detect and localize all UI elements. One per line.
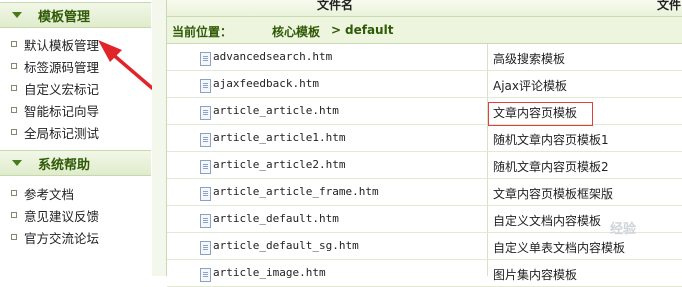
file-icon (200, 241, 211, 255)
sidebar-item-feedback[interactable]: 意见建议反馈 (0, 204, 150, 224)
bullet-icon (11, 41, 17, 47)
bullet-icon (11, 85, 17, 91)
sidebar-item-label[interactable]: 默认模板管理 (24, 35, 99, 54)
watermark-text: 经验 (610, 222, 637, 237)
breadcrumb-prefix: 当前位置： (172, 25, 233, 39)
section-header-template-management[interactable]: 模板管理 (0, 2, 151, 28)
sidebar-item-label[interactable]: 自定义宏标记 (24, 79, 99, 98)
file-name-link[interactable]: article_article_frame.htm (213, 185, 379, 198)
table-header: 文件名 文件 (167, 0, 682, 17)
collapse-triangle-icon[interactable] (12, 160, 22, 166)
bullet-icon (11, 234, 17, 240)
file-name-link[interactable]: article_default_sg.htm (213, 239, 359, 252)
sidebar-item-smart-tag-wizard[interactable]: 智能标记向导 (0, 99, 150, 119)
bullet-icon (11, 63, 17, 69)
table-row: article_article2.htm 随机文章内容页模板2 (167, 152, 682, 179)
splitter[interactable] (152, 0, 167, 276)
table-row: advancedsearch.htm 高级搜索模板 (167, 44, 682, 71)
file-description: 高级搜索模板 (493, 52, 566, 66)
bullet-icon (11, 190, 17, 196)
sidebar-item-reference-docs[interactable]: 参考文档 (0, 182, 150, 202)
file-description: 自定义文档内容模板 (493, 214, 602, 228)
file-icon (200, 187, 211, 201)
table-row: article_default.htm 自定义文档内容模板 (167, 206, 682, 233)
sidebar-item-label[interactable]: 标签源码管理 (24, 57, 99, 76)
sidebar-item-tag-source[interactable]: 标签源码管理 (0, 55, 150, 75)
sidebar-item-custom-macro[interactable]: 自定义宏标记 (0, 77, 150, 97)
table-row: article_default_sg.htm 自定义单表文档内容模板 (167, 233, 682, 260)
highlight-box (488, 102, 593, 126)
sidebar-item-official-forum[interactable]: 官方交流论坛 (0, 226, 150, 246)
table-row: article_image.htm 图片集内容模板 (167, 260, 682, 287)
file-name-link[interactable]: ajaxfeedback.htm (213, 77, 319, 90)
file-icon (200, 268, 211, 282)
file-description: 自定义单表文档内容模板 (493, 241, 626, 255)
sidebar: 模板管理 默认模板管理 标签源码管理 自定义宏标记 智能标记向导 全局标记测试 … (0, 0, 153, 276)
bullet-icon (11, 129, 17, 135)
file-icon (200, 79, 211, 93)
breadcrumb: 当前位置： 核心模板 > default (167, 17, 682, 44)
file-description: 随机文章内容页模板1 (493, 133, 609, 147)
section-title: 模板管理 (38, 10, 91, 25)
sidebar-item-label[interactable]: 官方交流论坛 (24, 228, 99, 247)
section-header-system-help[interactable]: 系统帮助 (0, 150, 151, 176)
template-file-table: 文件名 文件 当前位置： 核心模板 > default advancedsear… (167, 0, 682, 287)
file-name-link[interactable]: article_article.htm (213, 104, 339, 117)
file-icon (200, 214, 211, 228)
file-name-link[interactable]: advancedsearch.htm (213, 50, 332, 63)
file-icon (200, 133, 211, 147)
table-row: article_article1.htm 随机文章内容页模板1 (167, 125, 682, 152)
file-name-link[interactable]: article_image.htm (213, 266, 326, 279)
breadcrumb-current: default (345, 23, 394, 37)
file-description: 图片集内容模板 (493, 268, 578, 282)
bullet-icon (11, 107, 17, 113)
section-title: 系统帮助 (38, 158, 91, 173)
breadcrumb-separator: > (331, 23, 342, 37)
collapse-triangle-icon[interactable] (12, 12, 22, 18)
file-name-link[interactable]: article_article2.htm (213, 158, 345, 171)
file-description: 文章内容页模板框架版 (493, 187, 614, 201)
column-header-file[interactable]: 文件 (657, 0, 681, 13)
sidebar-item-label[interactable]: 意见建议反馈 (24, 206, 99, 225)
file-name-link[interactable]: article_default.htm (213, 212, 339, 225)
table-row: article_article.htm 文章内容页模板 (167, 98, 682, 125)
sidebar-item-global-tag-test[interactable]: 全局标记测试 (0, 121, 150, 141)
file-icon (200, 160, 211, 174)
sidebar-item-label[interactable]: 智能标记向导 (24, 101, 99, 120)
file-name-link[interactable]: article_article1.htm (213, 131, 345, 144)
file-icon (200, 52, 211, 66)
file-description: 随机文章内容页模板2 (493, 160, 609, 174)
sidebar-item-default-templates[interactable]: 默认模板管理 (0, 33, 150, 53)
sidebar-item-label[interactable]: 全局标记测试 (24, 123, 99, 142)
file-description: Ajax评论模板 (493, 79, 567, 93)
sidebar-item-label[interactable]: 参考文档 (24, 184, 74, 203)
breadcrumb-core-templates[interactable]: 核心模板 (272, 23, 320, 40)
table-row: ajaxfeedback.htm Ajax评论模板 (167, 71, 682, 98)
column-header-filename[interactable]: 文件名 (317, 0, 353, 13)
bullet-icon (11, 212, 17, 218)
file-icon (200, 106, 211, 120)
table-row: article_article_frame.htm 文章内容页模板框架版 (167, 179, 682, 206)
